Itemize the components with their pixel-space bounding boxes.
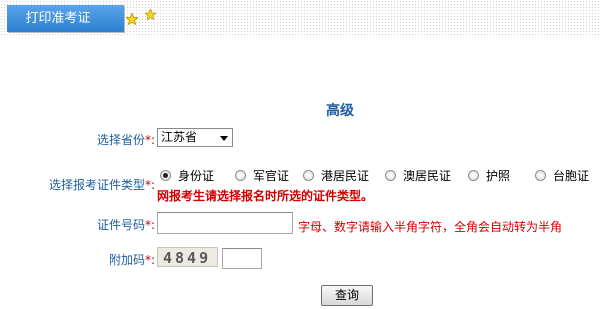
- form-title: 高级: [326, 103, 354, 119]
- radio-button[interactable]: [160, 170, 171, 181]
- id-number-label: 证件号码*:: [96, 218, 155, 232]
- id-type-label: 选择报考证件类型*:: [48, 178, 155, 192]
- radio-button[interactable]: [535, 170, 546, 181]
- province-label: 选择省份*:: [96, 133, 155, 147]
- province-select[interactable]: 江苏省: [157, 128, 233, 147]
- radio-button[interactable]: [235, 170, 246, 181]
- tab-print-admission-ticket[interactable]: 打印准考证: [7, 5, 124, 32]
- captcha-label: 附加码*:: [108, 253, 155, 267]
- id-type-radio-group: 身份证 军官证 港居民证 澳居民证 护照 台胞证: [157, 168, 600, 184]
- star-icon: [144, 8, 157, 21]
- radio-button[interactable]: [385, 170, 396, 181]
- radio-button[interactable]: [468, 170, 479, 181]
- id-number-input[interactable]: [157, 212, 293, 234]
- tab-bar: 打印准考证: [0, 0, 600, 36]
- query-button[interactable]: 查询: [321, 285, 373, 306]
- chevron-down-icon: [220, 136, 228, 141]
- captcha-input[interactable]: [222, 248, 262, 269]
- star-icon: [125, 12, 139, 26]
- captcha-image[interactable]: 4849: [157, 247, 218, 267]
- captcha-text: 4849: [163, 249, 212, 267]
- id-number-hint: 字母、数字请输入半角字符，全角会自动转为半角: [298, 220, 563, 234]
- radio-button[interactable]: [303, 170, 314, 181]
- id-type-warning: 网报考生请选择报名时所选的证件类型。: [157, 189, 374, 203]
